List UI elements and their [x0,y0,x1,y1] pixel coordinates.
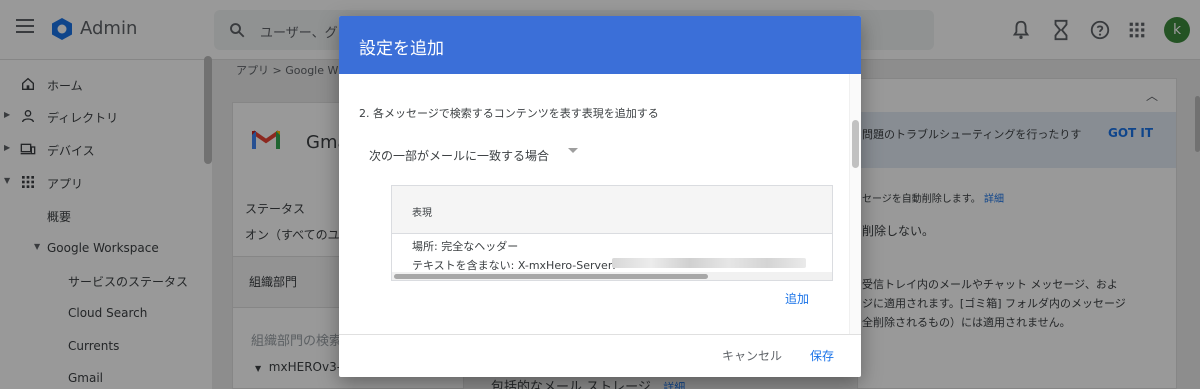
dialog-header: 設定を追加 [339,16,861,74]
dialog-scrollbar-track[interactable] [849,74,861,334]
dialog-scrollbar-thumb[interactable] [852,120,859,168]
table-header-expression: 表現 [412,208,432,219]
match-type-select[interactable]: 次の一部がメールに一致する場合 [369,147,549,164]
table-horizontal-scrollbar[interactable] [392,272,832,280]
cancel-button[interactable]: キャンセル [722,347,782,364]
add-setting-dialog: 設定を追加 2. 各メッセージで検索するコンテンツを表す表現を追加する 次の一部… [339,16,861,377]
expressions-table: 表現 場所: 完全なヘッダー テキストを含まない: X-mxHero-Serve… [391,185,833,281]
table-row[interactable]: 場所: 完全なヘッダー [412,238,518,254]
redacted-value [612,258,806,268]
save-button[interactable]: 保存 [810,347,834,364]
table-row[interactable]: テキストを含まない: X-mxHero-Server: [412,257,616,273]
step-instruction: 2. 各メッセージで検索するコンテンツを表す表現を追加する [359,107,659,120]
add-expression-button[interactable]: 追加 [785,290,809,307]
dialog-title: 設定を追加 [359,39,444,59]
dropdown-arrow-icon[interactable] [568,148,578,153]
dialog-footer [339,334,861,377]
table-header: 表現 [392,186,832,234]
